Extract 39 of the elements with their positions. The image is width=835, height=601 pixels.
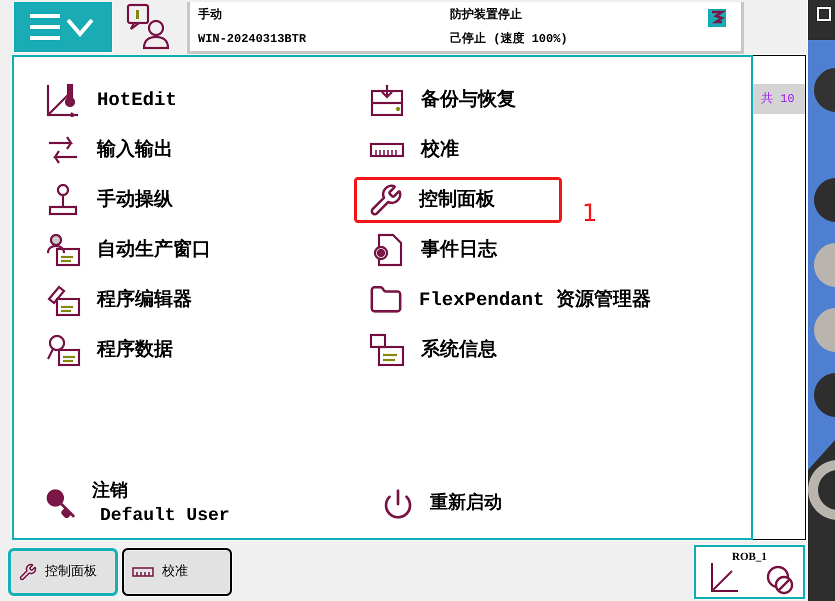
user-name: Default User — [99, 505, 230, 528]
menu-item[interactable]: 校准 — [354, 127, 486, 173]
log-off-button[interactable]: 注销 Default User — [44, 480, 230, 528]
run-status: 己停止 (速度 100%) — [450, 30, 568, 48]
menu-item[interactable]: FlexPendant 资源管理器 — [354, 277, 678, 323]
safety-status: 防护装置停止 — [450, 6, 523, 24]
coordinate-icon — [708, 560, 740, 594]
wrench-icon — [369, 183, 403, 217]
robot-name: ROB_1 — [732, 550, 767, 564]
key-icon — [44, 488, 76, 520]
power-icon — [382, 488, 414, 520]
wrench-icon — [19, 562, 37, 580]
restart-button[interactable]: 重新启动 — [354, 480, 502, 528]
menu-item[interactable]: 手动操纵 — [30, 177, 200, 223]
annotation-number: 1 — [582, 198, 598, 229]
ruler-icon — [132, 566, 154, 576]
info-document-icon — [369, 333, 405, 367]
taskbar-tab[interactable]: 校准 — [122, 548, 232, 596]
menu-item[interactable]: 系统信息 — [354, 327, 524, 373]
menu-item[interactable]: 自动生产窗口 — [30, 227, 238, 273]
pencil-document-icon — [45, 283, 81, 317]
menu-item[interactable]: 备份与恢复 — [354, 77, 543, 123]
info-person-icon[interactable] — [124, 2, 172, 50]
thermometer-graph-icon — [45, 83, 81, 117]
menu-item[interactable]: 输入输出 — [30, 127, 200, 173]
menu-item[interactable]: 控制面板 — [354, 177, 562, 223]
operator-window-icon — [45, 233, 81, 267]
menu-item[interactable]: HotEdit — [30, 77, 204, 123]
menu-item[interactable]: 程序数据 — [30, 327, 200, 373]
status-icon — [707, 8, 727, 28]
operating-mode: 手动 — [198, 6, 223, 24]
menu-item[interactable]: 事件日志 — [354, 227, 524, 273]
log-off-label: 注销 — [92, 480, 128, 504]
backup-drive-icon — [369, 83, 405, 117]
magnifier-document-icon — [45, 333, 81, 367]
taskbar-tab[interactable]: 控制面板 — [8, 548, 118, 596]
main-menu-button[interactable] — [14, 2, 112, 52]
system-name: WIN-20240313BTR — [198, 30, 308, 48]
menu-item[interactable]: 程序编辑器 — [30, 277, 219, 323]
